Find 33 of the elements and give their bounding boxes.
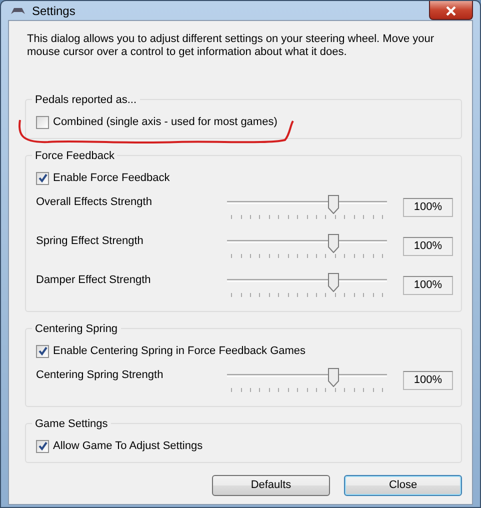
checkbox[interactable] [36,116,49,128]
group-title: Pedals reported as... [32,92,140,108]
slider-track[interactable] [227,194,387,220]
slider-thumb[interactable] [328,368,339,386]
slider-thumb[interactable] [328,272,339,292]
group-title: Centering Spring [32,321,121,338]
checkbox[interactable] [36,344,49,358]
slider-label: Damper Effect Strength [36,273,152,288]
dialog-button[interactable]: Close [344,475,462,496]
dialog-button[interactable]: Defaults [212,475,330,496]
slider-thumb[interactable] [328,234,339,252]
slider-label: Overall Effects Strength [36,195,153,210]
checkbox[interactable] [36,440,49,452]
slider-thumb[interactable] [328,194,339,214]
window-title: Settings [32,2,76,20]
slider-label: Centering Spring Strength [36,368,164,384]
close-button[interactable] [429,1,473,20]
intro-text: This dialog allows you to adjust different settings on your steering wheel. Move your mouse cursor over a control to get information about what it does. [27,33,436,59]
value-field: 100% [402,237,453,256]
value-field: 100% [402,276,453,295]
checkbox-label: Enable Force Feedback [53,170,170,186]
slider-label: Spring Effect Strength [36,234,144,250]
group-title: Game Settings [32,416,111,432]
checkbox-label: Combined (single axis - used for most games) [53,114,278,130]
slider-track[interactable] [227,368,387,394]
slider-track[interactable] [227,234,387,260]
checkbox-label: Allow Game To Adjust Settings [53,438,203,454]
value-field: 100% [402,198,453,217]
slider-track[interactable] [227,272,387,298]
checkbox-label: Enable Centering Spring in Force Feedback Games [53,344,306,359]
checkbox[interactable] [36,172,49,184]
close-icon [446,6,456,16]
value-field: 100% [402,371,453,390]
